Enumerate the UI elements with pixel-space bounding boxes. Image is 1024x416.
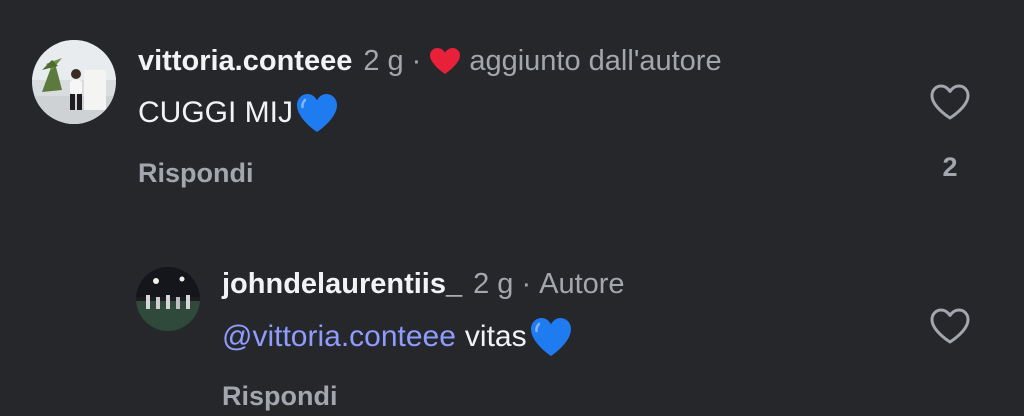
separator-dot: · xyxy=(411,45,422,77)
comment-header: vittoria.conteee 2 g · aggiunto dall'aut… xyxy=(138,43,722,79)
like-count: 2 xyxy=(942,152,958,182)
username[interactable]: johndelaurentiis_ xyxy=(222,266,462,302)
heart-outline-icon[interactable] xyxy=(928,306,972,346)
user-mention[interactable]: @vittoria.conteee xyxy=(222,317,456,357)
comment-body: @vittoria.conteee vitas xyxy=(222,316,573,358)
comment-time: 2 g xyxy=(473,268,514,300)
username[interactable]: vittoria.conteee xyxy=(138,43,352,79)
blue-heart-emoji xyxy=(295,92,339,134)
red-heart-icon xyxy=(429,47,461,75)
separator-dot: · xyxy=(521,268,532,300)
avatar-photo xyxy=(32,40,116,124)
comment-text: CUGGI MIJ xyxy=(138,96,293,129)
reply-button[interactable]: Rispondi xyxy=(138,156,254,190)
comment-body: CUGGI MIJ xyxy=(138,92,339,134)
avatar-photo xyxy=(136,267,200,331)
author-label: Autore xyxy=(539,268,625,300)
blue-heart-emoji xyxy=(529,316,573,358)
comment-text: vitas xyxy=(464,320,527,353)
avatar[interactable] xyxy=(136,267,200,331)
author-liked-label: aggiunto dall'autore xyxy=(469,45,722,77)
reply-button[interactable]: Rispondi xyxy=(222,379,338,413)
comment-time: 2 g xyxy=(363,45,404,77)
comments-screen: vittoria.conteee 2 g · aggiunto dall'aut… xyxy=(0,0,1024,416)
heart-outline-icon[interactable] xyxy=(928,82,972,122)
comment-header: johndelaurentiis_ 2 g · Autore xyxy=(222,266,625,302)
avatar[interactable] xyxy=(32,40,116,124)
